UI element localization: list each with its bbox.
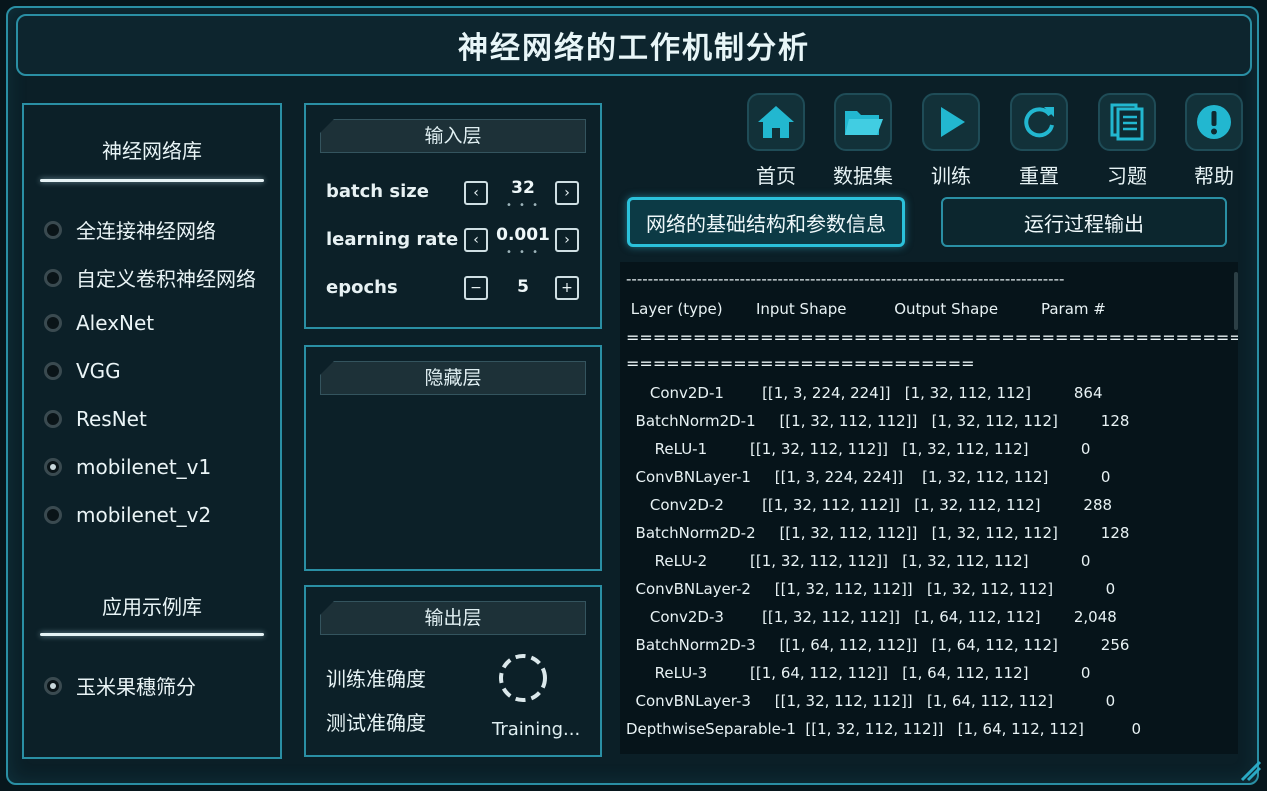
summary-row: BatchNorm2D-2 [[1, 32, 112, 112]] [1, 32… (626, 524, 1130, 542)
network-summary-output[interactable]: ----------------------------------------… (620, 262, 1238, 754)
output-layer-title: 输出层 (320, 601, 586, 635)
epochs-decrement-button[interactable]: − (464, 276, 488, 300)
batch-size-label: batch size (326, 181, 429, 202)
loading-spinner-icon (499, 654, 547, 702)
epochs-label: epochs (326, 277, 398, 298)
input-layer-title: 输入层 (320, 119, 586, 153)
summary-row: BatchNorm2D-3 [[1, 64, 112, 112]] [1, 64… (626, 636, 1130, 654)
exclamation-icon (1197, 105, 1231, 139)
hidden-layer-panel: 隐藏层 (304, 345, 602, 571)
batch-size-dots: • • • (505, 200, 541, 211)
hidden-layer-title: 隐藏层 (320, 361, 586, 395)
library-item-label: VGG (76, 359, 121, 383)
learning-rate-label: learning rate (326, 229, 459, 250)
dataset-button[interactable] (834, 93, 892, 151)
epochs-value: 5 (517, 277, 529, 297)
summary-row: BatchNorm2D-1 [[1, 32, 112, 112]] [1, 32… (626, 412, 1130, 430)
learning-rate-value: 0.001 (496, 225, 550, 245)
exercise-button[interactable] (1098, 93, 1156, 151)
radio-selected-icon (44, 458, 62, 476)
radio-selected-icon (44, 676, 62, 695)
library-divider (40, 179, 264, 182)
summary-row: ConvBNLayer-1 [[1, 3, 224, 224]] [1, 32,… (626, 468, 1111, 486)
learning-rate-decrement-button[interactable]: ‹ (464, 228, 488, 252)
summary-row: ReLU-2 [[1, 32, 112, 112]] [1, 32, 112, … (626, 552, 1091, 570)
training-status: Training... (492, 719, 581, 740)
radio-icon (44, 314, 62, 332)
radio-icon (44, 268, 62, 287)
library-item-alexnet[interactable]: AlexNet (44, 311, 154, 335)
learning-rate-increment-button[interactable]: › (555, 228, 579, 252)
library-title: 神经网络库 (102, 139, 202, 163)
corner-decoration (1240, 760, 1262, 782)
refresh-icon (1024, 107, 1054, 138)
input-layer-panel: 输入层 batch size ‹ 32 • • • › learning rat… (304, 103, 602, 329)
library-item-fc[interactable]: 全连接神经网络 (44, 215, 216, 244)
summary-separator: ----------------------------------------… (626, 270, 1065, 288)
summary-row: Conv2D-1 [[1, 3, 224, 224]] [1, 32, 112,… (626, 384, 1103, 402)
test-accuracy-label: 测试准确度 (326, 711, 426, 735)
epochs-increment-button[interactable]: + (555, 276, 579, 300)
summary-row: Conv2D-2 [[1, 32, 112, 112]] [1, 32, 112… (626, 496, 1113, 514)
network-library-panel: 神经网络库 全连接神经网络 自定义卷积神经网络 AlexNet VGG ResN… (22, 103, 282, 759)
summary-row: Conv2D-3 [[1, 32, 112, 112]] [1, 64, 112… (626, 608, 1117, 626)
output-layer-panel: 输出层 训练准确度 测试准确度 Training... (304, 585, 602, 757)
reset-label: 重置 (1019, 164, 1059, 188)
help-label: 帮助 (1194, 164, 1234, 188)
train-label: 训练 (931, 164, 971, 188)
app-title: 神经网络的工作机制分析 (458, 31, 810, 66)
summary-header: Layer (type) Input Shape Output Shape Pa… (626, 300, 1106, 318)
home-button[interactable] (747, 93, 805, 151)
radio-icon (44, 410, 62, 428)
examples-divider (40, 633, 264, 636)
examples-title: 应用示例库 (102, 595, 202, 619)
summary-row: ReLU-1 [[1, 32, 112, 112]] [1, 32, 112, … (626, 440, 1091, 458)
batch-size-value: 32 (511, 178, 535, 198)
learning-rate-dots: • • • (505, 247, 541, 258)
library-item-vgg[interactable]: VGG (44, 359, 121, 383)
radio-icon (44, 220, 62, 239)
tab-run-output[interactable]: 运行过程输出 (941, 197, 1227, 247)
home-icon (758, 106, 794, 138)
library-item-resnet[interactable]: ResNet (44, 407, 147, 431)
summary-separator: ========================================… (626, 328, 1238, 347)
dataset-label: 数据集 (833, 164, 893, 188)
library-item-label: mobilenet_v2 (76, 503, 212, 527)
library-item-label: mobilenet_v1 (76, 455, 212, 479)
batch-size-decrement-button[interactable]: ‹ (464, 181, 488, 205)
home-label: 首页 (756, 164, 796, 188)
train-button[interactable] (922, 93, 980, 151)
play-icon (941, 107, 965, 137)
library-item-label: 自定义卷积神经网络 (76, 267, 256, 291)
reset-button[interactable] (1010, 93, 1068, 151)
summary-scrollbar[interactable] (1234, 272, 1238, 330)
library-item-label: 全连接神经网络 (76, 219, 216, 243)
radio-icon (44, 506, 62, 524)
summary-row: ReLU-3 [[1, 64, 112, 112]] [1, 64, 112, … (626, 664, 1091, 682)
batch-size-increment-button[interactable]: › (555, 181, 579, 205)
help-button[interactable] (1185, 93, 1243, 151)
example-item-corn[interactable]: 玉米果穗筛分 (44, 671, 196, 700)
summary-row: ConvBNLayer-2 [[1, 32, 112, 112]] [1, 32… (626, 580, 1116, 598)
tab-network-structure[interactable]: 网络的基础结构和参数信息 (627, 197, 905, 247)
summary-row: DepthwiseSeparable-1 [[1, 32, 112, 112]]… (626, 720, 1142, 738)
example-item-label: 玉米果穗筛分 (76, 675, 196, 699)
document-icon (1110, 103, 1144, 141)
train-accuracy-label: 训练准确度 (326, 667, 426, 691)
library-item-label: AlexNet (76, 311, 155, 335)
folder-icon (845, 111, 883, 135)
radio-icon (44, 362, 62, 380)
library-item-label: ResNet (76, 407, 147, 431)
summary-row: ConvBNLayer-3 [[1, 32, 112, 112]] [1, 64… (626, 692, 1116, 710)
library-item-custom-cnn[interactable]: 自定义卷积神经网络 (44, 263, 256, 292)
library-item-mobilenet-v2[interactable]: mobilenet_v2 (44, 503, 211, 527)
library-item-mobilenet-v1[interactable]: mobilenet_v1 (44, 455, 211, 479)
exercise-label: 习题 (1107, 164, 1147, 188)
summary-separator: ========================== (626, 354, 975, 373)
title-bar: 神经网络的工作机制分析 (16, 14, 1252, 76)
